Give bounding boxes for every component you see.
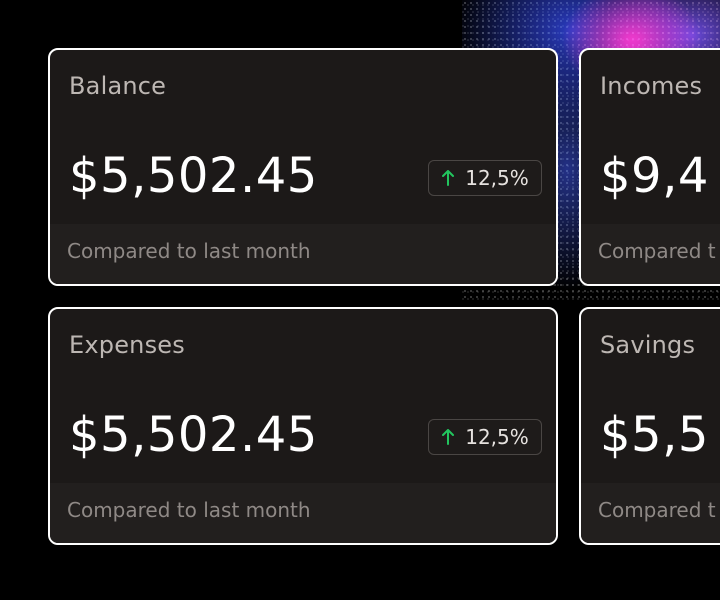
card-footer: Compared to last month [50, 224, 556, 284]
comparison-label: Compared to last month [67, 498, 311, 522]
savings-card: Savings $5,5 Compared t [579, 307, 720, 545]
comparison-label: Compared t [598, 239, 716, 263]
change-badge: 12,5% [428, 419, 542, 455]
balance-card: Balance $5,502.45 12,5% Compared to last… [48, 48, 558, 286]
card-footer: Compared t [581, 224, 720, 284]
up-arrow-icon [442, 429, 455, 445]
dashboard-stage: Balance $5,502.45 12,5% Compared to last… [0, 0, 720, 600]
change-badge: 12,5% [428, 160, 542, 196]
up-arrow-icon [442, 170, 455, 186]
comparison-label: Compared to last month [67, 239, 311, 263]
incomes-card: Incomes $9,4 Compared t [579, 48, 720, 286]
card-value: $5,5 [600, 407, 709, 463]
card-value: $9,4 [600, 148, 709, 204]
comparison-label: Compared t [598, 498, 716, 522]
card-title: Incomes [600, 72, 703, 100]
card-title: Expenses [69, 331, 185, 359]
card-title: Savings [600, 331, 696, 359]
card-value: $5,502.45 [69, 148, 318, 204]
expenses-card: Expenses $5,502.45 12,5% Compared to las… [48, 307, 558, 545]
card-value: $5,502.45 [69, 407, 318, 463]
change-percentage: 12,5% [465, 425, 529, 449]
card-title: Balance [69, 72, 167, 100]
card-footer: Compared t [581, 483, 720, 543]
card-footer: Compared to last month [50, 483, 556, 543]
change-percentage: 12,5% [465, 166, 529, 190]
